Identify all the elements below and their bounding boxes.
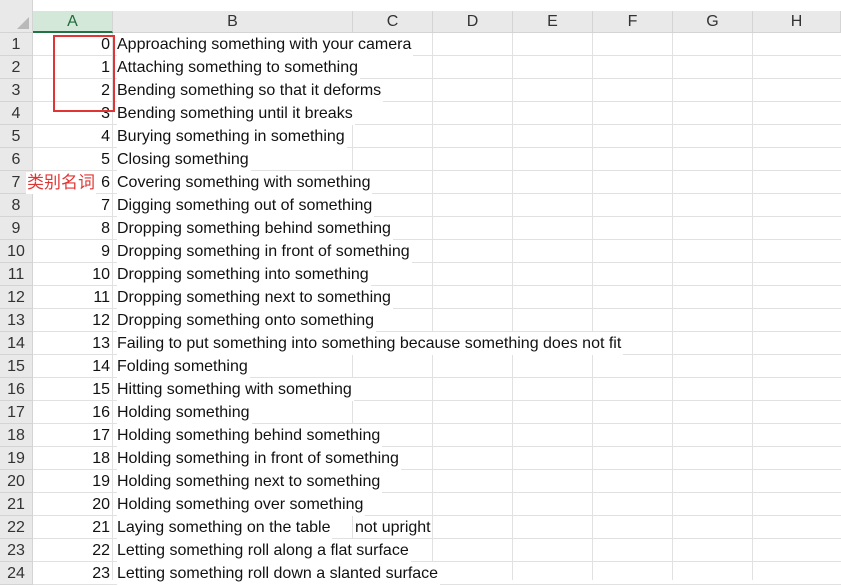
row-header-5[interactable]: 5: [0, 125, 33, 148]
row-header-16[interactable]: 16: [0, 378, 33, 401]
cell-b18[interactable]: Holding something behind something: [117, 424, 383, 447]
cell-b7[interactable]: Covering something with something: [117, 171, 373, 194]
cell-a22[interactable]: 21: [33, 516, 112, 539]
cell-a13[interactable]: 12: [33, 309, 112, 332]
cell-a9[interactable]: 8: [33, 217, 112, 240]
annotation-label: 类别名词: [26, 172, 96, 194]
row-header-9[interactable]: 9: [0, 217, 33, 240]
column-gridline: [112, 33, 113, 580]
row-header-1[interactable]: 1: [0, 33, 33, 56]
cell-b10[interactable]: Dropping something in front of something: [117, 240, 412, 263]
cell-b17[interactable]: Holding something: [117, 401, 252, 424]
cell-a21[interactable]: 20: [33, 493, 112, 516]
cell-b16[interactable]: Hitting something with something: [117, 378, 354, 401]
cell-b24[interactable]: Letting something roll down a slanted su…: [117, 562, 441, 585]
row-header-14[interactable]: 14: [0, 332, 33, 355]
column-header-h[interactable]: H: [753, 11, 841, 33]
row-header-8[interactable]: 8: [0, 194, 33, 217]
cell-b12[interactable]: Dropping something next to something: [117, 286, 393, 309]
column-gridline: [512, 33, 513, 580]
cell-a23[interactable]: 22: [33, 539, 112, 562]
cell-c22[interactable]: not upright: [355, 516, 431, 539]
column-header-a[interactable]: A: [33, 11, 113, 33]
cell-b20[interactable]: Holding something next to something: [117, 470, 383, 493]
row-header-15[interactable]: 15: [0, 355, 33, 378]
cell-a19[interactable]: 18: [33, 447, 112, 470]
cell-a20[interactable]: 19: [33, 470, 112, 493]
column-header-g[interactable]: G: [673, 11, 753, 33]
row-header-10[interactable]: 10: [0, 240, 33, 263]
row-header-20[interactable]: 20: [0, 470, 33, 493]
row-header-24[interactable]: 24: [0, 562, 33, 585]
select-all-corner[interactable]: [0, 0, 33, 33]
cell-b3[interactable]: Bending something so that it deforms: [117, 79, 384, 102]
column-header-f[interactable]: F: [593, 11, 673, 33]
column-gridline: [432, 33, 433, 580]
cell-a16[interactable]: 15: [33, 378, 112, 401]
cell-b4[interactable]: Bending something until it breaks: [117, 102, 355, 125]
cell-a8[interactable]: 7: [33, 194, 112, 217]
row-header-11[interactable]: 11: [0, 263, 33, 286]
cell-b14[interactable]: Failing to put something into something …: [117, 332, 624, 355]
cell-a15[interactable]: 14: [33, 355, 112, 378]
sheet-top-strip: [33, 0, 841, 11]
row-header-13[interactable]: 13: [0, 309, 33, 332]
row-header-6[interactable]: 6: [0, 148, 33, 171]
cell-a5[interactable]: 4: [33, 125, 112, 148]
cell-b5[interactable]: Burying something in something: [117, 125, 347, 148]
cell-b11[interactable]: Dropping something into something: [117, 263, 371, 286]
column-header-d[interactable]: D: [433, 11, 513, 33]
row-header-21[interactable]: 21: [0, 493, 33, 516]
row-header-2[interactable]: 2: [0, 56, 33, 79]
cell-b21[interactable]: Holding something over something: [117, 493, 366, 516]
column-gridline: [592, 33, 593, 580]
row-header-18[interactable]: 18: [0, 424, 33, 447]
row-header-4[interactable]: 4: [0, 102, 33, 125]
select-all-triangle-icon[interactable]: [17, 17, 29, 29]
cell-b8[interactable]: Digging something out of something: [117, 194, 375, 217]
cell-b23[interactable]: Letting something roll along a flat surf…: [117, 539, 411, 562]
cell-b1[interactable]: Approaching something with your camera: [117, 33, 414, 56]
cell-b15[interactable]: Folding something: [117, 355, 250, 378]
cell-a6[interactable]: 5: [33, 148, 112, 171]
cell-a14[interactable]: 13: [33, 332, 112, 355]
cell-a24[interactable]: 23: [33, 562, 112, 585]
row-header-17[interactable]: 17: [0, 401, 33, 424]
row-header-19[interactable]: 19: [0, 447, 33, 470]
cell-b19[interactable]: Holding something in front of something: [117, 447, 401, 470]
cell-a17[interactable]: 16: [33, 401, 112, 424]
cell-a10[interactable]: 9: [33, 240, 112, 263]
cell-b13[interactable]: Dropping something onto something: [117, 309, 377, 332]
row-header-23[interactable]: 23: [0, 539, 33, 562]
cell-a11[interactable]: 10: [33, 263, 112, 286]
column-header-b[interactable]: B: [113, 11, 353, 33]
cell-b6[interactable]: Closing something: [117, 148, 251, 171]
cell-b22[interactable]: Laying something on the table: [117, 516, 333, 539]
cell-a18[interactable]: 17: [33, 424, 112, 447]
spreadsheet-grid[interactable]: ABCDEFGH 1 2 3 4 5 6 7 8 9 10 11 12 13 14 15 16 17 18 19 20…: [0, 0, 841, 585]
column-header-e[interactable]: E: [513, 11, 593, 33]
column-gridline: [672, 33, 673, 580]
column-header-c[interactable]: C: [353, 11, 433, 33]
column-gridline: [752, 33, 753, 580]
cell-b2[interactable]: Attaching something to something: [117, 56, 361, 79]
row-header-12[interactable]: 12: [0, 286, 33, 309]
highlight-box: [53, 35, 115, 112]
cell-b9[interactable]: Dropping something behind something: [117, 217, 393, 240]
row-header-3[interactable]: 3: [0, 79, 33, 102]
cell-a12[interactable]: 11: [33, 286, 112, 309]
row-header-22[interactable]: 22: [0, 516, 33, 539]
